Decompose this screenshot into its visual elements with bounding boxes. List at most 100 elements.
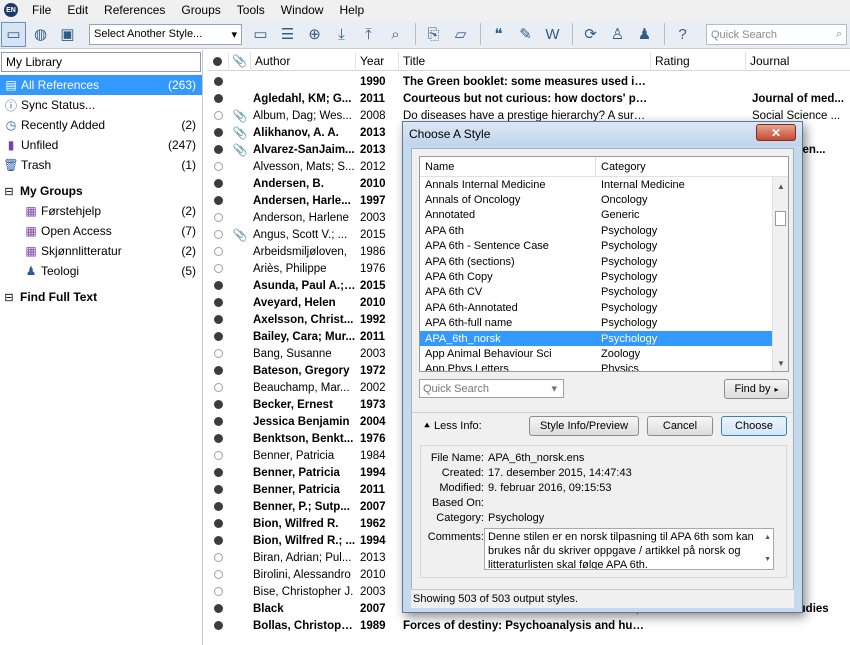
new-reference-icon[interactable]: ☰ — [275, 22, 300, 47]
export-icon[interactable]: ⤒ — [356, 22, 381, 47]
table-row[interactable]: Bollas, Christoph... 1989 Forces of destin… — [207, 617, 850, 634]
read-status-cell[interactable] — [207, 315, 229, 324]
read-status-cell[interactable] — [207, 553, 229, 562]
read-status-cell[interactable] — [207, 587, 229, 596]
menu-tools[interactable]: Tools — [229, 3, 273, 17]
find-full-text-header[interactable]: ⊟ Find Full Text — [0, 287, 202, 307]
open-link-icon[interactable]: ⎘ — [421, 22, 446, 47]
style-quick-search[interactable]: Quick Search ▾ — [419, 379, 564, 398]
sidebar-group-open-access[interactable]: ▦ Open Access (7) — [0, 221, 202, 241]
my-groups-header[interactable]: ⊟ My Groups — [0, 181, 202, 201]
column-rating[interactable]: Rating — [651, 51, 746, 71]
read-status-cell[interactable] — [207, 230, 229, 239]
read-status-cell[interactable] — [207, 213, 229, 222]
sync-icon[interactable]: ⟳ — [578, 22, 603, 47]
local-library-icon[interactable]: ▭ — [1, 21, 26, 47]
style-list-item[interactable]: Annals of Oncology Oncology — [420, 192, 788, 207]
style-list-item[interactable]: APA 6th Copy Psychology — [420, 269, 788, 284]
scroll-up-icon[interactable]: ▲ — [764, 531, 771, 545]
read-status-cell[interactable] — [207, 434, 229, 443]
read-status-cell[interactable] — [207, 264, 229, 273]
sidebar-group-teologi[interactable]: ♟ Teologi (5) — [0, 261, 202, 281]
style-list-scrollbar[interactable]: ▲ ▼ — [772, 177, 788, 371]
menu-window[interactable]: Window — [273, 3, 332, 17]
close-button[interactable]: ✕ — [756, 124, 796, 141]
read-status-cell[interactable] — [207, 502, 229, 511]
menu-help[interactable]: Help — [331, 3, 372, 17]
collapse-icon[interactable]: ⊟ — [4, 292, 14, 304]
share-icon[interactable]: ♙ — [605, 22, 630, 47]
export-word-icon[interactable]: W — [540, 22, 565, 47]
read-status-cell[interactable] — [207, 519, 229, 528]
read-status-cell[interactable] — [207, 247, 229, 256]
read-status-cell[interactable] — [207, 332, 229, 341]
sidebar-item-unfiled[interactable]: ▮ Unfiled (247) — [0, 135, 202, 155]
menu-file[interactable]: File — [24, 3, 59, 17]
read-status-cell[interactable] — [207, 128, 229, 137]
read-status-cell[interactable] — [207, 604, 229, 613]
sidebar-group-forstehjelp[interactable]: ▦ Førstehjelp (2) — [0, 201, 202, 221]
read-status-cell[interactable] — [207, 366, 229, 375]
scroll-down-icon[interactable]: ▼ — [764, 553, 771, 567]
less-info-toggle[interactable]: ⯅ Less Info: — [423, 420, 482, 432]
style-info-preview-button[interactable]: Style Info/Preview — [529, 416, 639, 436]
scroll-down-icon[interactable]: ▼ — [773, 356, 788, 370]
help-icon[interactable]: ? — [670, 22, 695, 47]
read-status-cell[interactable] — [207, 400, 229, 409]
read-status-cell[interactable] — [207, 349, 229, 358]
style-list-item[interactable]: App Phys Letters Physics — [420, 362, 788, 371]
read-status-column[interactable] — [207, 51, 229, 71]
read-status-cell[interactable] — [207, 621, 229, 630]
find-full-text-icon[interactable]: ⌕ — [383, 22, 408, 47]
column-year[interactable]: Year — [356, 51, 399, 71]
style-list-item[interactable]: APA 6th-full name Psychology — [420, 316, 788, 331]
library-header[interactable]: My Library — [1, 52, 201, 72]
format-paper-icon[interactable]: ✎ — [513, 22, 538, 47]
style-list-item[interactable]: APA 6th CV Psychology — [420, 285, 788, 300]
read-status-cell[interactable] — [207, 451, 229, 460]
style-list-item[interactable]: APA_6th_norsk Psychology — [420, 330, 788, 347]
insert-citation-icon[interactable]: ❝ — [486, 22, 511, 47]
read-status-cell[interactable] — [207, 383, 229, 392]
style-list-item[interactable]: App Animal Behaviour Sci Zoology — [420, 346, 788, 361]
attachment-column[interactable]: 📎 — [229, 51, 251, 71]
read-status-cell[interactable] — [207, 536, 229, 545]
sidebar-item-sync-status[interactable]: ⓘ Sync Status... — [0, 95, 202, 115]
table-row[interactable]: 1990 The Green booklet: some measures use… — [207, 73, 850, 90]
menu-references[interactable]: References — [96, 3, 173, 17]
style-list-column-name[interactable]: Name — [420, 157, 596, 177]
menu-groups[interactable]: Groups — [173, 3, 228, 17]
table-row[interactable]: Agledahl, KM; G... 2011 Courteous but not … — [207, 90, 850, 107]
read-status-cell[interactable] — [207, 179, 229, 188]
open-file-icon[interactable]: ▱ — [448, 22, 473, 47]
read-status-cell[interactable] — [207, 94, 229, 103]
sidebar-group-skjonnlitteratur[interactable]: ▦ Skjønnlitteratur (2) — [0, 241, 202, 261]
column-journal[interactable]: Journal — [746, 52, 850, 71]
sidebar-item-trash[interactable]: 🗑 Trash (1) — [0, 155, 202, 175]
import-icon[interactable]: ⤓ — [329, 22, 354, 47]
style-list-item[interactable]: Annals Internal Medicine Internal Medicin… — [420, 177, 788, 192]
style-list-item[interactable]: APA 6th (sections) Psychology — [420, 254, 788, 269]
read-status-cell[interactable] — [207, 298, 229, 307]
collapse-icon[interactable]: ⊟ — [4, 186, 14, 198]
read-status-cell[interactable] — [207, 145, 229, 154]
scrollbar-thumb[interactable] — [775, 211, 786, 226]
sidebar-item-all-references[interactable]: ▤ All References (263) — [0, 75, 202, 95]
read-status-cell[interactable] — [207, 417, 229, 426]
column-author[interactable]: Author — [251, 51, 356, 71]
read-status-cell[interactable] — [207, 77, 229, 86]
read-status-cell[interactable] — [207, 196, 229, 205]
online-search-icon[interactable]: ◍ — [28, 22, 53, 47]
read-status-cell[interactable] — [207, 485, 229, 494]
menu-edit[interactable]: Edit — [59, 3, 96, 17]
user-group-icon[interactable]: ♟ — [632, 22, 657, 47]
read-status-cell[interactable] — [207, 162, 229, 171]
online-search-globe-icon[interactable]: ⊕ — [302, 22, 327, 47]
integrated-library-icon[interactable]: ▣ — [55, 22, 80, 47]
quick-search-input[interactable]: Quick Search ⌕ — [706, 24, 847, 45]
cancel-button[interactable]: Cancel — [647, 416, 713, 436]
new-group-icon[interactable]: ▭ — [248, 22, 273, 47]
style-list-item[interactable]: APA 6th - Sentence Case Psychology — [420, 239, 788, 254]
style-list-item[interactable]: APA 6th-Annotated Psychology — [420, 300, 788, 315]
column-title[interactable]: Title — [399, 51, 651, 71]
